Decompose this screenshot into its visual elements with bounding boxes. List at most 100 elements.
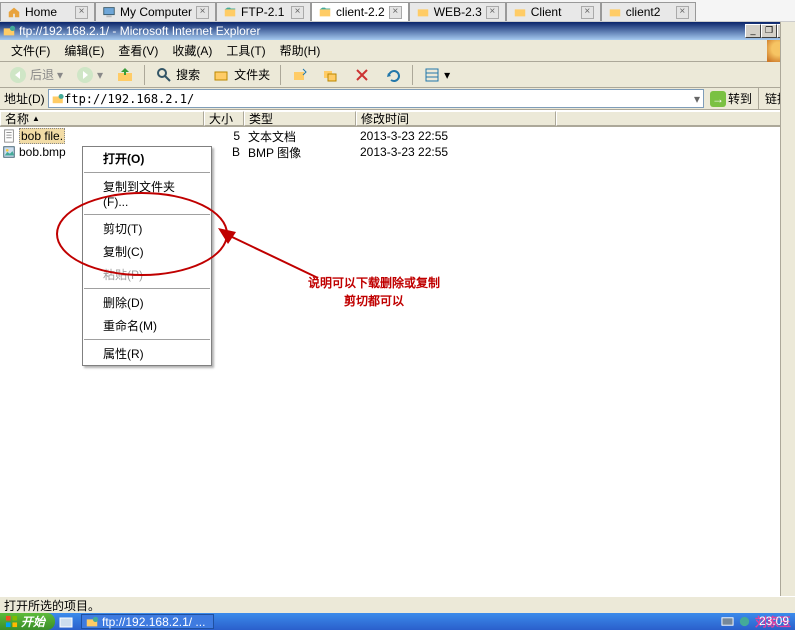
maximize-button[interactable]: ❐ [761, 24, 777, 38]
search-button[interactable]: 搜索 [150, 65, 205, 85]
address-label: 地址(D) [4, 90, 45, 107]
start-button[interactable]: 开始 [0, 613, 55, 630]
close-icon[interactable]: × [676, 6, 689, 19]
go-arrow-icon: → [710, 91, 726, 107]
forward-button[interactable]: ▾ [71, 65, 108, 85]
folder-up-icon [116, 66, 134, 84]
col-size[interactable]: 大小 [204, 111, 244, 126]
menu-help[interactable]: 帮助(H) [273, 40, 328, 61]
toolbar: 后退 ▾ ▾ 搜索 文件夹 ▾ [0, 62, 795, 88]
menu-favorites[interactable]: 收藏(A) [165, 40, 219, 61]
minimize-button[interactable]: _ [745, 24, 761, 38]
views-button[interactable]: ▾ [418, 65, 455, 85]
file-name: bob.bmp [19, 145, 66, 159]
up-button[interactable] [111, 65, 139, 85]
tray-icon[interactable] [738, 615, 751, 628]
undo-button[interactable] [379, 65, 407, 85]
annotation-ellipse [56, 192, 228, 276]
outer-tab-row: Home × My Computer × FTP-2.1 × client-2.… [0, 0, 795, 22]
start-label: 开始 [21, 613, 45, 630]
copyto-button[interactable] [317, 65, 345, 85]
annotation-text: 说明可以下载删除或复制 剪切都可以 [308, 274, 440, 310]
tab-label: client2 [626, 5, 661, 19]
ftp-icon [223, 5, 237, 19]
tab-web23[interactable]: WEB-2.3 × [409, 2, 506, 21]
address-input-container[interactable]: ▾ [48, 89, 704, 108]
folder-icon [416, 5, 430, 19]
search-label: 搜索 [176, 66, 200, 83]
tab-label: Home [25, 5, 57, 19]
home-icon [7, 5, 21, 19]
file-modified: 2013-3-23 22:55 [356, 145, 556, 159]
col-name[interactable]: 名称 ▲ [0, 111, 204, 126]
clock: 23:09 [759, 614, 789, 628]
address-input[interactable] [64, 92, 691, 106]
col-spacer [556, 111, 795, 126]
close-icon[interactable]: × [389, 6, 402, 19]
tab-ftp21[interactable]: FTP-2.1 × [216, 2, 311, 21]
tab-mycomputer[interactable]: My Computer × [95, 2, 216, 21]
column-header-row: 名称 ▲ 大小 类型 修改时间 [0, 110, 795, 127]
folders-button[interactable]: 文件夹 [208, 65, 275, 85]
forward-icon [76, 66, 94, 84]
folders-label: 文件夹 [234, 66, 270, 83]
dropdown-icon[interactable]: ▾ [691, 92, 703, 106]
ctx-delete[interactable]: 删除(D) [83, 291, 211, 314]
close-icon[interactable]: × [581, 6, 594, 19]
tab-client[interactable]: Client × [506, 2, 601, 21]
search-icon [155, 66, 173, 84]
folders-icon [213, 66, 231, 84]
computer-icon [102, 5, 116, 19]
folder-icon [608, 5, 622, 19]
task-label: ftp://192.168.2.1/ ... [102, 615, 205, 629]
menu-file[interactable]: 文件(F) [4, 40, 57, 61]
go-label: 转到 [728, 90, 752, 107]
ftp-icon [318, 5, 332, 19]
statusbar: 打开所选的项目。 [0, 596, 795, 613]
tab-label: Client [531, 5, 562, 19]
close-icon[interactable]: × [196, 6, 209, 19]
ctx-rename[interactable]: 重命名(M) [83, 314, 211, 337]
close-icon[interactable]: × [486, 6, 499, 19]
menu-edit[interactable]: 编辑(E) [57, 40, 111, 61]
menubar: 文件(F) 编辑(E) 查看(V) 收藏(A) 工具(T) 帮助(H) [0, 40, 795, 62]
col-modified[interactable]: 修改时间 [356, 111, 556, 126]
file-name: bob file. [19, 128, 65, 144]
tray-icon[interactable] [721, 615, 734, 628]
col-type[interactable]: 类型 [244, 111, 356, 126]
tab-label: WEB-2.3 [434, 5, 482, 19]
window-titlebar: ftp://192.168.2.1/ - Microsoft Internet … [0, 22, 795, 40]
ctx-open[interactable]: 打开(O) [83, 147, 211, 170]
menu-view[interactable]: 查看(V) [111, 40, 165, 61]
quicklaunch-icon[interactable] [59, 615, 75, 629]
taskbar-item[interactable]: ftp://192.168.2.1/ ... [81, 614, 214, 629]
folder-icon [513, 5, 527, 19]
delete-button[interactable] [348, 65, 376, 85]
system-tray: 刘家玉 23:09 [721, 613, 795, 630]
status-text: 打开所选的项目。 [4, 597, 100, 614]
tab-label: client-2.2 [336, 5, 385, 19]
tab-client22[interactable]: client-2.2 × [311, 2, 409, 21]
back-button[interactable]: 后退 ▾ [4, 65, 68, 85]
file-type: 文本文档 [244, 128, 356, 145]
delete-icon [353, 66, 371, 84]
ctx-props[interactable]: 属性(R) [83, 342, 211, 365]
menu-tools[interactable]: 工具(T) [219, 40, 272, 61]
views-icon [423, 66, 441, 84]
ftp-window-icon [2, 24, 16, 38]
vertical-scrollbar[interactable] [780, 22, 795, 596]
go-button[interactable]: → 转到 [707, 90, 755, 107]
tab-client2[interactable]: client2 × [601, 2, 696, 21]
file-row[interactable]: bob file. 5 文本文档 2013-3-23 22:55 [0, 128, 780, 144]
windows-logo-icon [5, 615, 18, 628]
moveto-button[interactable] [286, 65, 314, 85]
ftp-folder-icon [51, 92, 64, 106]
tab-home[interactable]: Home × [0, 2, 95, 21]
file-modified: 2013-3-23 22:55 [356, 129, 556, 143]
back-icon [9, 66, 27, 84]
tab-label: My Computer [120, 5, 192, 19]
close-icon[interactable]: × [291, 6, 304, 19]
copyto-icon [322, 66, 340, 84]
close-icon[interactable]: × [75, 6, 88, 19]
textfile-icon [2, 129, 16, 143]
